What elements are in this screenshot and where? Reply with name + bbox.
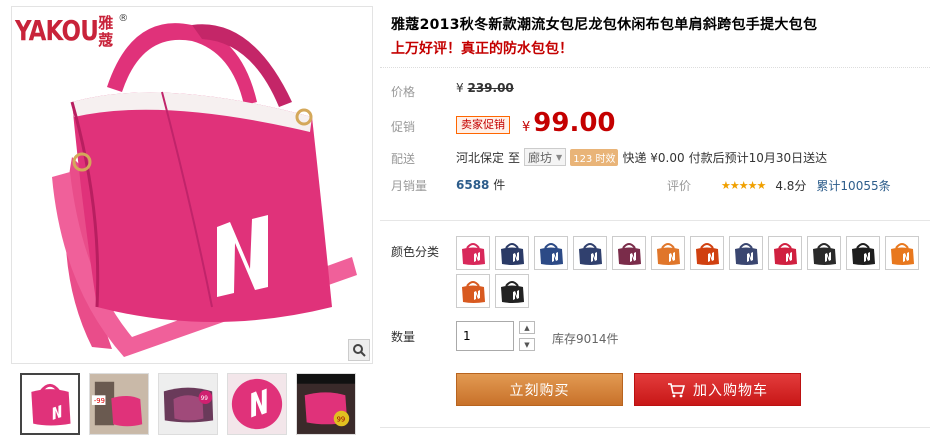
monthly-sales-unit: 件	[493, 178, 506, 192]
bag-thumbnail-icon	[540, 243, 563, 265]
color-swatch-list	[456, 236, 930, 308]
main-product-image[interactable]	[12, 7, 372, 363]
color-swatch[interactable]	[456, 236, 490, 270]
bag-thumbnail-icon	[579, 243, 602, 265]
price-label: 价格	[391, 85, 416, 99]
thumbnail-1[interactable]	[20, 373, 80, 435]
color-swatch[interactable]	[651, 236, 685, 270]
bag-thumbnail-icon	[501, 243, 524, 265]
original-price: ¥ 239.00	[456, 81, 514, 95]
thumbnail-4[interactable]	[227, 373, 287, 435]
registered-mark: ®	[118, 13, 129, 24]
shopping-cart-icon	[668, 382, 685, 397]
shipping-from: 河北保定	[456, 150, 505, 165]
color-swatch[interactable]	[612, 236, 646, 270]
monthly-sales-count: 6588	[456, 178, 490, 192]
promo-price-currency: ¥	[522, 120, 531, 135]
bag-thumbnail-icon	[774, 243, 797, 265]
thumbnail-strip: -99 99 99	[20, 373, 356, 435]
rating-label: 评价	[667, 179, 692, 193]
brand-logo-text: YAKOU	[15, 14, 99, 47]
color-swatch[interactable]	[807, 236, 841, 270]
bag-thumbnail-icon	[462, 243, 485, 265]
color-swatch[interactable]	[495, 274, 529, 308]
destination-select[interactable]: 廊坊 ▼	[524, 148, 567, 166]
magnifier-icon	[353, 344, 366, 357]
add-to-cart-button[interactable]: 加入购物车	[634, 373, 801, 406]
original-price-currency: ¥	[456, 81, 464, 95]
shipping-to-word: 至	[508, 150, 521, 165]
color-swatch[interactable]	[690, 236, 724, 270]
bag-thumbnail-icon	[462, 281, 485, 303]
bag-thumbnail-icon	[657, 243, 680, 265]
color-label: 颜色分类	[391, 245, 440, 259]
promo-price: ¥99.00	[522, 108, 616, 138]
stock-count: 库存9014件	[552, 332, 619, 346]
original-price-value: 239.00	[467, 81, 514, 95]
chevron-up-icon: ▲	[524, 323, 530, 332]
monthly-sales: 6588 件	[456, 176, 505, 193]
product-subtitle: 上万好评！真正的防水包包！	[391, 41, 573, 57]
quantity-input[interactable]	[456, 321, 514, 351]
bag-thumbnail-icon	[696, 243, 719, 265]
color-swatch[interactable]	[846, 236, 880, 270]
product-title: 雅蔻2013秋冬新款潮流女包尼龙包休闲布包单肩斜跨包手提大包包	[391, 17, 818, 33]
svg-text:99: 99	[201, 396, 209, 402]
thumbnail-2[interactable]: -99	[89, 373, 149, 435]
rating-info: 评价 ★★★★★ 4.8分 累计10055条	[667, 177, 891, 194]
color-swatch[interactable]	[885, 236, 919, 270]
destination-value: 廊坊	[528, 150, 553, 165]
buy-now-button[interactable]: 立刻购买	[456, 373, 623, 406]
bag-thumbnail-icon	[501, 281, 524, 303]
zoom-button[interactable]	[348, 339, 370, 361]
monthly-sales-label: 月销量	[391, 179, 428, 193]
product-info-panel: 雅蔻2013秋冬新款潮流女包尼龙包休闲布包单肩斜跨包手提大包包 上万好评！真正的…	[380, 0, 930, 446]
bag-thumbnail-icon	[618, 243, 641, 265]
shipping-estimate: 付款后预计10月30日送达	[688, 150, 828, 165]
buy-now-label: 立刻购买	[509, 382, 570, 399]
chevron-down-icon: ▼	[524, 340, 530, 349]
bag-thumbnail-icon	[813, 243, 836, 265]
shipping-label: 配送	[391, 152, 416, 166]
color-swatch[interactable]	[573, 236, 607, 270]
divider	[380, 427, 930, 428]
main-image-panel[interactable]: YAKOU 雅蔻 ®	[11, 6, 373, 364]
bag-thumbnail-icon	[735, 243, 758, 265]
chevron-down-icon: ▼	[556, 152, 563, 162]
promo-label: 促销	[391, 120, 416, 134]
brand-logo: YAKOU 雅蔻 ®	[15, 13, 129, 49]
quantity-label: 数量	[391, 330, 416, 344]
thumbnail-5[interactable]: 99	[296, 373, 356, 435]
add-to-cart-label: 加入购物车	[693, 382, 768, 399]
shipping-info: 河北保定 至 廊坊 ▼ 123 时效 快递 ¥0.00 付款后预计10月30日送…	[456, 148, 827, 166]
bag-thumbnail-icon	[891, 243, 914, 265]
svg-text:-99: -99	[94, 397, 105, 405]
color-swatch[interactable]	[456, 274, 490, 308]
quantity-decrease-button[interactable]: ▼	[519, 338, 535, 351]
delivery-time-badge: 123 时效	[570, 148, 619, 166]
svg-text:99: 99	[337, 415, 346, 423]
color-swatch[interactable]	[768, 236, 802, 270]
color-swatch[interactable]	[534, 236, 568, 270]
brand-logo-chinese: 雅蔻	[98, 14, 114, 49]
rating-score: 4.8分	[775, 179, 807, 193]
promo-price-value: 99.00	[533, 108, 616, 138]
star-rating-icon: ★★★★★	[721, 179, 766, 192]
thumbnail-3[interactable]: 99	[158, 373, 218, 435]
review-count-link[interactable]: 累计10055条	[816, 177, 890, 194]
quantity-increase-button[interactable]: ▲	[519, 321, 535, 334]
promo-badge: 卖家促销	[456, 116, 510, 134]
bag-thumbnail-icon	[852, 243, 875, 265]
color-swatch[interactable]	[729, 236, 763, 270]
divider	[380, 220, 930, 221]
color-swatch[interactable]	[495, 236, 529, 270]
shipping-method: 快递 ¥0.00	[622, 150, 685, 165]
